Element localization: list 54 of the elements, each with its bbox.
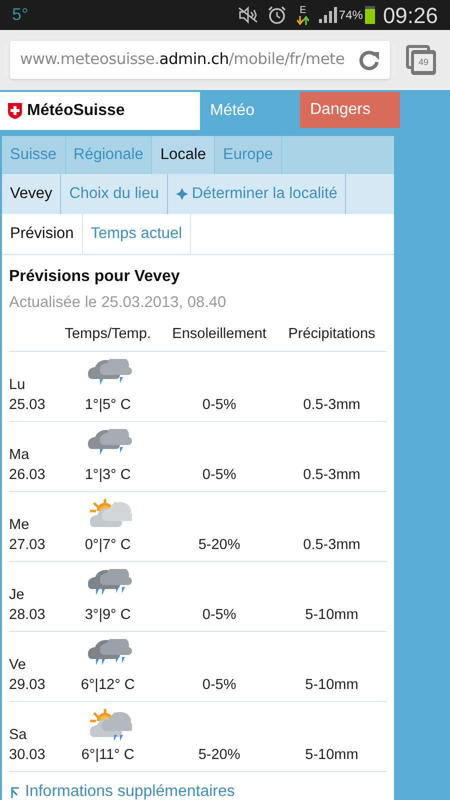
reload-icon — [358, 49, 380, 71]
nav-tab[interactable]: Locale — [152, 136, 216, 174]
sunshine-cell-text: 0-5% — [202, 396, 236, 416]
forecast-title: Prévisions pour Vevey — [9, 267, 181, 287]
precipitation-cell-text: 5-10mm — [305, 746, 358, 766]
url-text: www.meteosuisse.admin.ch/mobile/fr/mete — [20, 49, 346, 70]
data-arrows-icon — [296, 16, 309, 24]
day-label: Ve — [9, 656, 27, 676]
column-header: Ensoleillement — [171, 324, 268, 344]
updated-text: Actualisée le 25.03.2013, 08.40 — [9, 293, 228, 313]
day-label: Ma — [9, 446, 30, 466]
day-label: Sa — [9, 726, 28, 746]
sunshine-cell-text: 5-20% — [198, 536, 240, 556]
temperature-cell-text: 1°|5° C — [84, 396, 131, 416]
swiss-shield-icon — [8, 103, 22, 119]
mute-icon — [236, 6, 259, 24]
battery-icon — [364, 6, 375, 24]
battery-percent-text: 74% — [338, 7, 363, 24]
sunshine-cell-text: 0-5% — [202, 466, 236, 486]
precipitation-cell-text: 0.5-3mm — [303, 396, 360, 416]
temperature-cell-text: 1°|3° C — [84, 466, 131, 486]
date-label: 25.03 — [9, 396, 46, 416]
temperature-cell-text: 0°|7° C — [84, 536, 131, 556]
turn-arrow-icon — [9, 786, 21, 798]
date-label: 27.03 — [9, 536, 46, 556]
precipitation-cell-text: 0.5-3mm — [303, 466, 360, 486]
date-label: 30.03 — [9, 746, 46, 766]
precipitation-cell-text: 0.5-3mm — [303, 536, 360, 556]
network-type-text: E — [300, 6, 306, 16]
column-header: Temps/Temp. — [64, 324, 152, 344]
sunshine-cell-text: 0-5% — [202, 676, 236, 696]
precipitation-cell-text: 5-10mm — [305, 676, 358, 696]
day-label: Je — [9, 586, 26, 606]
alarm-icon — [266, 5, 287, 25]
temperature-cell-text: 3°|9° C — [84, 606, 131, 626]
precipitation-cell-text: 5-10mm — [305, 606, 358, 626]
signal-icon — [318, 7, 337, 23]
section-tab[interactable]: Dangers — [300, 92, 400, 128]
logo-text: MétéoSuisse — [27, 101, 125, 121]
clock-text: 09:26 — [382, 2, 438, 30]
column-header: Précipitations — [287, 324, 376, 344]
temperature-text: 5° — [12, 4, 28, 26]
date-label: 26.03 — [9, 466, 46, 486]
sunshine-cell-text: 5-20% — [198, 746, 240, 766]
url-field[interactable]: www.meteosuisse.admin.ch/mobile/fr/mete — [10, 41, 390, 79]
date-label: 29.03 — [9, 676, 46, 696]
day-label: Lu — [9, 376, 26, 396]
more-info-link[interactable]: Informations supplémentaires — [9, 780, 235, 800]
crosshair-icon — [176, 188, 188, 200]
temperature-cell-text: 6°|11° C — [81, 746, 134, 766]
sunshine-cell-text: 0-5% — [202, 606, 236, 626]
temperature-cell-text: 6°|12° C — [80, 676, 135, 696]
date-label: 28.03 — [9, 606, 46, 626]
day-label: Me — [9, 516, 30, 536]
